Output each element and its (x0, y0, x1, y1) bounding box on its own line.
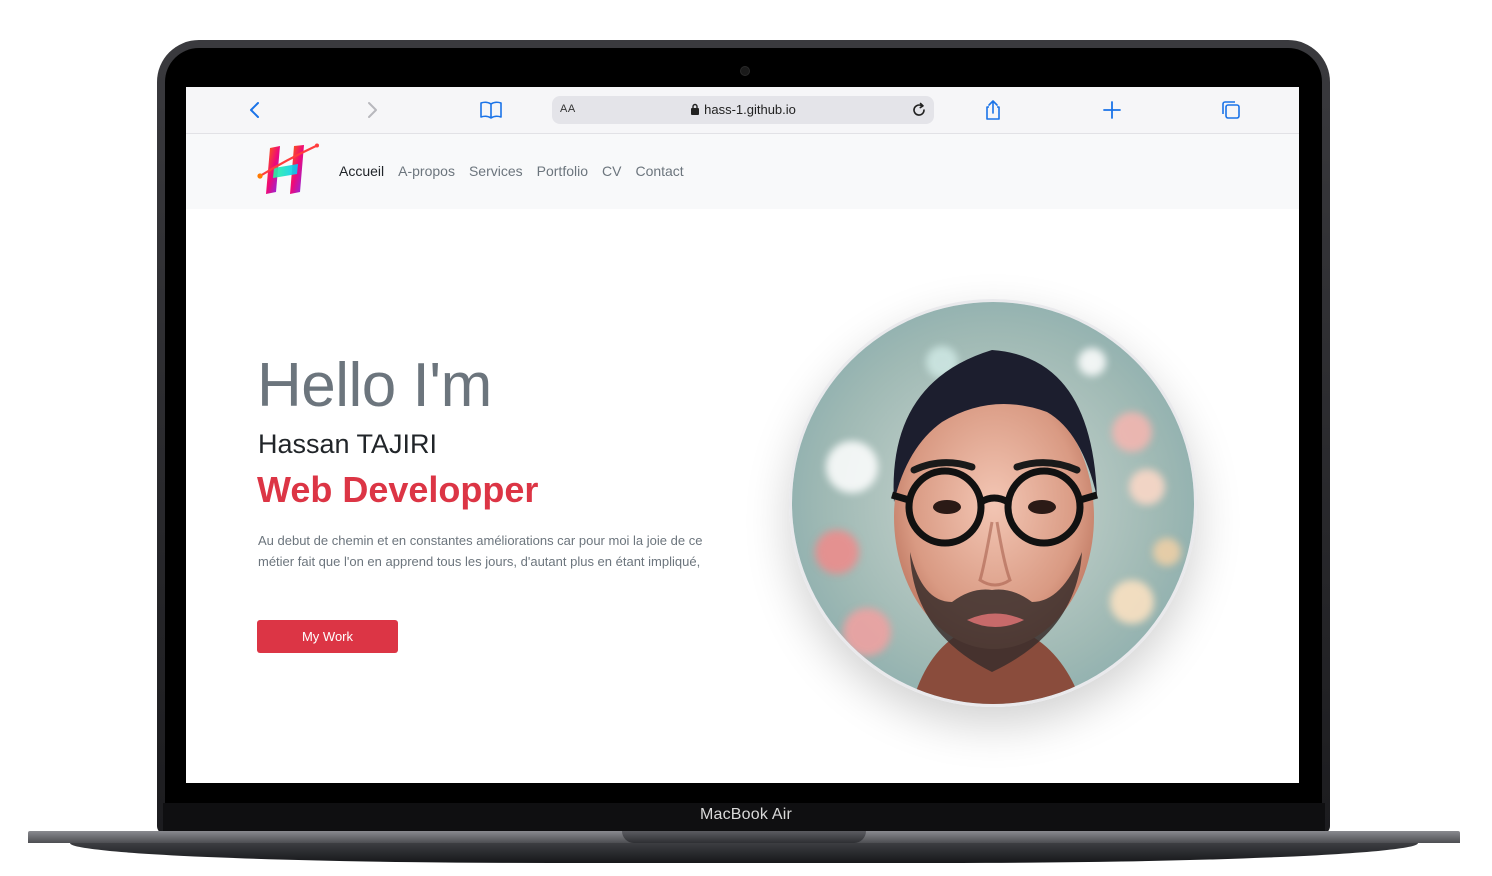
back-button[interactable] (241, 96, 269, 124)
reload-icon (913, 102, 925, 116)
bookmarks-button[interactable] (477, 96, 505, 124)
my-work-button[interactable]: My Work (257, 620, 398, 653)
reload-button[interactable] (908, 99, 930, 121)
hero-description: Au debut de chemin et en constantes amél… (258, 533, 703, 569)
share-icon (986, 100, 1000, 120)
device-label: MacBook Air (699, 806, 792, 823)
nav-link-cv[interactable]: CV (602, 163, 621, 179)
screen: AA hass-1.github.io Accueil A-propos Ser… (186, 87, 1299, 783)
nav-link-services[interactable]: Services (469, 163, 523, 179)
chevron-left-icon (250, 102, 259, 118)
lock-icon (691, 103, 700, 115)
laptop-notch (622, 831, 866, 843)
hero-greeting: Hello I'm (257, 351, 492, 420)
nav-link-accueil[interactable]: Accueil (339, 163, 384, 179)
nav-links: Accueil A-propos Services Portfolio CV C… (339, 163, 684, 179)
new-tab-button[interactable] (1098, 96, 1126, 124)
book-icon (480, 101, 502, 119)
share-button[interactable] (979, 96, 1007, 124)
tabs-icon (1222, 101, 1240, 119)
portrait-illustration (792, 302, 1194, 704)
browser-toolbar: AA hass-1.github.io (186, 87, 1299, 134)
site-logo[interactable] (256, 142, 320, 200)
url-text: hass-1.github.io (704, 102, 796, 117)
hero-role: Web Developper (257, 469, 539, 510)
profile-photo (789, 299, 1197, 707)
chevron-right-icon (368, 102, 377, 118)
nav-link-portfolio[interactable]: Portfolio (537, 163, 588, 179)
site-navbar: Accueil A-propos Services Portfolio CV C… (186, 134, 1299, 209)
address-bar[interactable]: AA hass-1.github.io (552, 96, 934, 124)
camera (740, 66, 750, 76)
hero-name: Hassan TAJIRI (258, 429, 438, 459)
tabs-button[interactable] (1217, 96, 1245, 124)
laptop-base-bottom (70, 843, 1418, 863)
plus-icon (1103, 101, 1121, 119)
forward-button[interactable] (358, 96, 386, 124)
nav-link-a-propos[interactable]: A-propos (398, 163, 455, 179)
nav-link-contact[interactable]: Contact (635, 163, 683, 179)
